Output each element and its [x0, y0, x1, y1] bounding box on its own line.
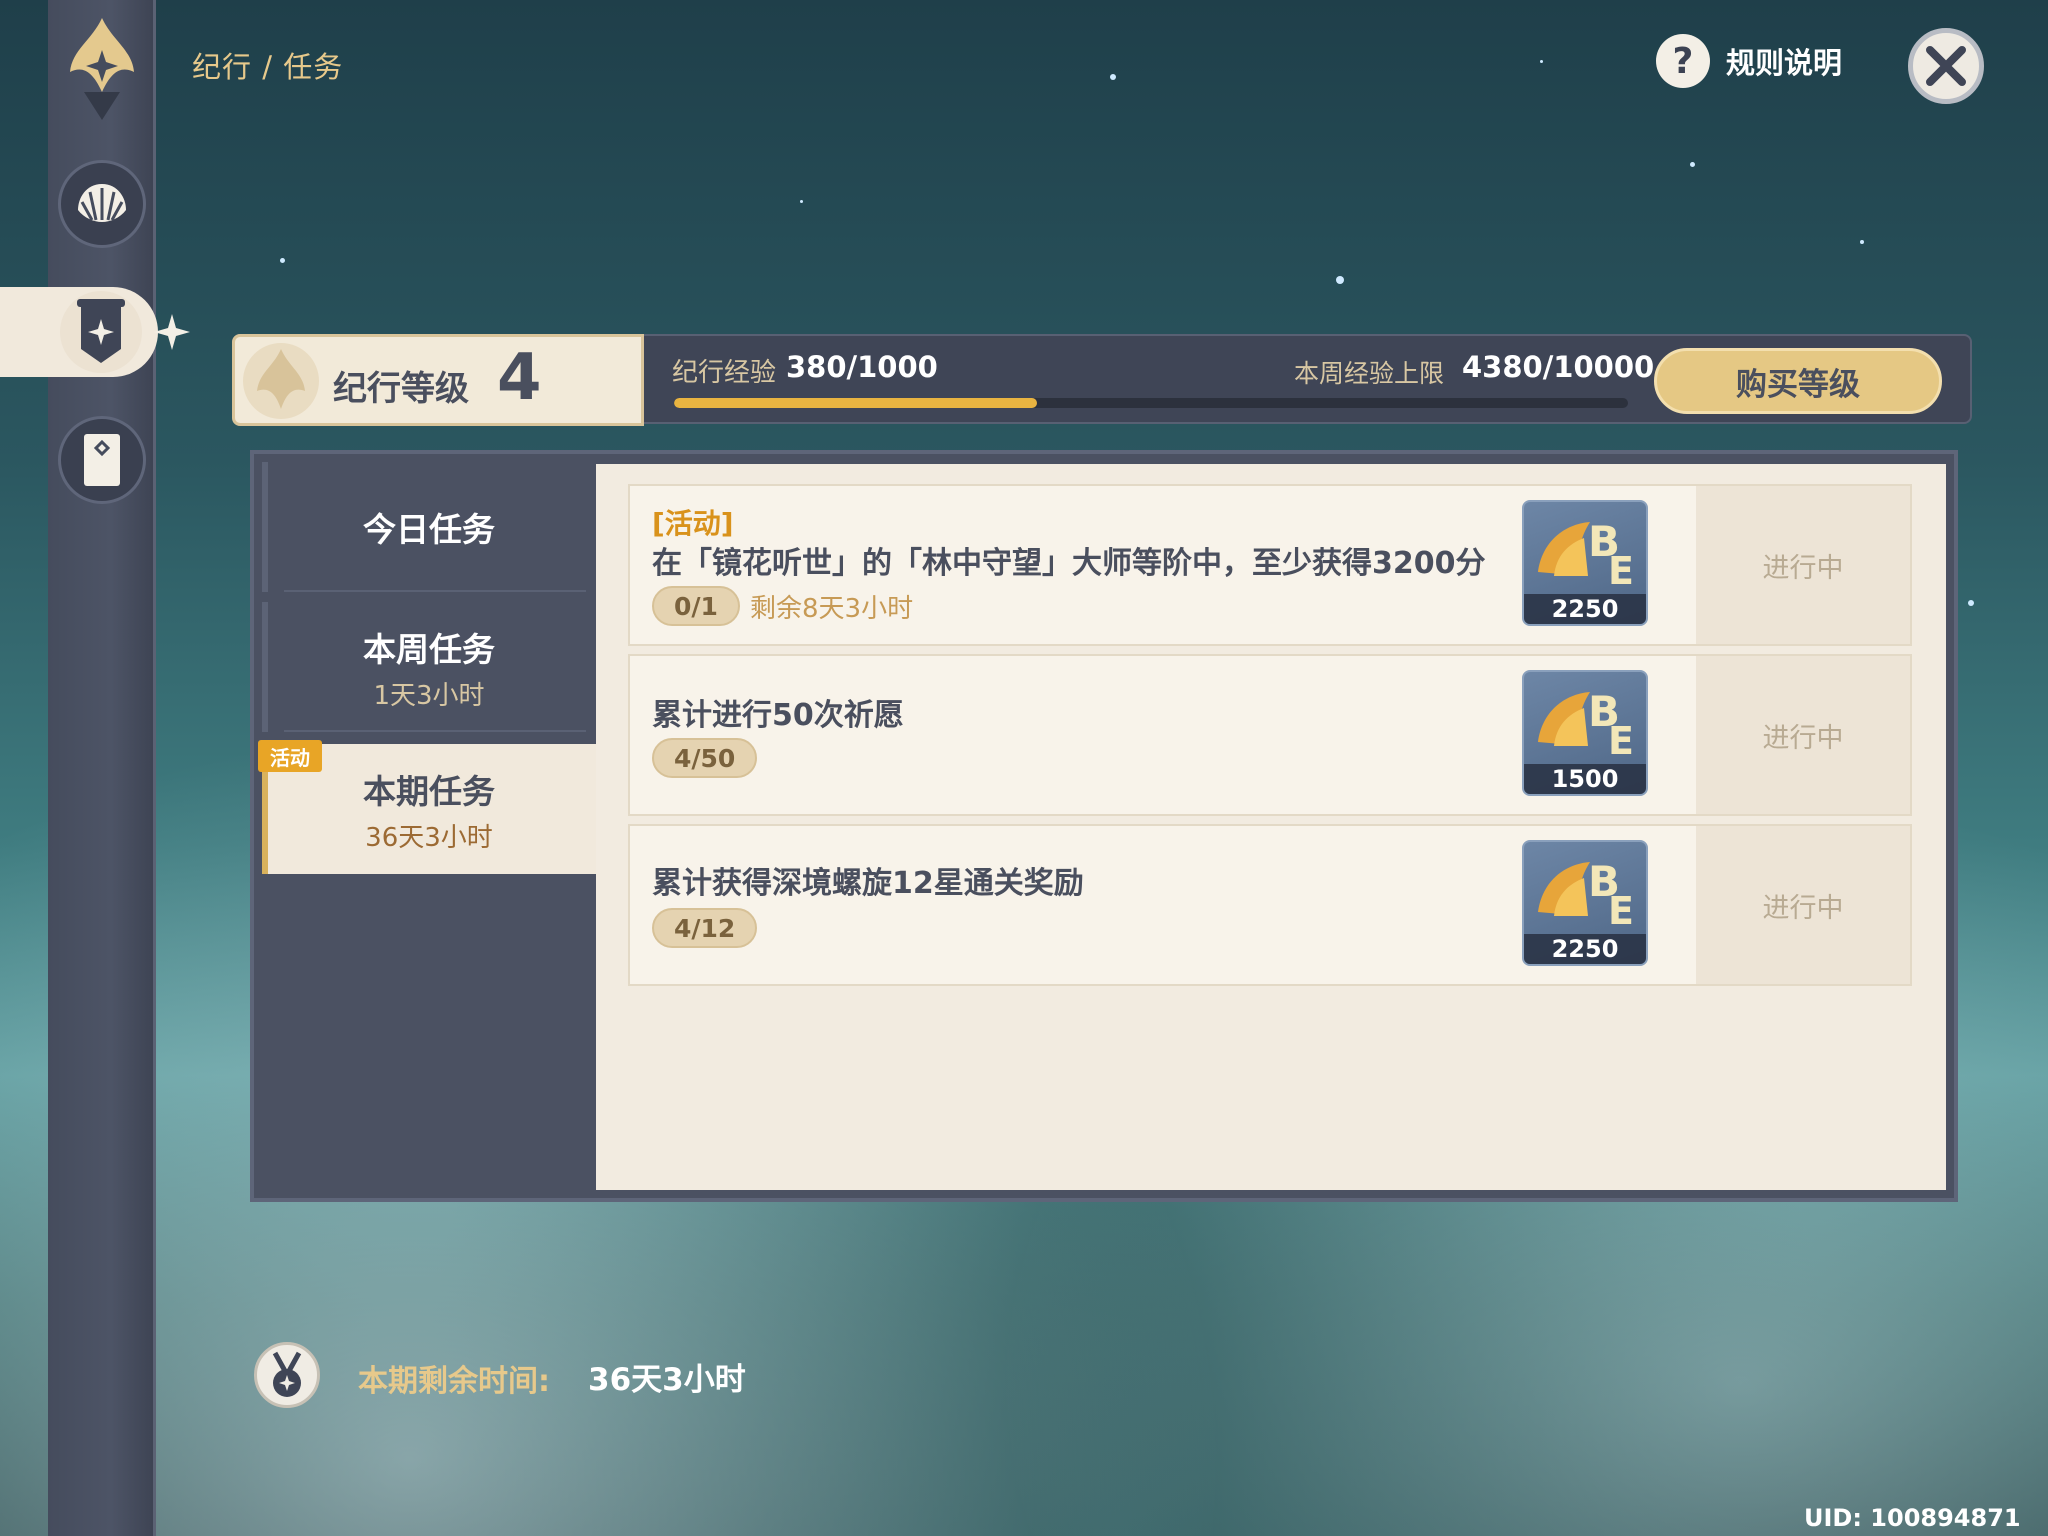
- activity-badge: 活动: [258, 740, 322, 772]
- reward-item[interactable]: B E 1500: [1522, 670, 1648, 796]
- star: [1336, 276, 1344, 284]
- task-row[interactable]: 累计进行50次祈愿 4/50 B E 1500 进行中: [628, 654, 1912, 816]
- task-row[interactable]: 累计获得深境螺旋12星通关奖励 4/12 B E 2250 进行中: [628, 824, 1912, 986]
- reward-amount: 2250: [1524, 934, 1646, 964]
- reward-amount: 2250: [1524, 594, 1646, 624]
- task-progress: 0/1: [652, 586, 740, 626]
- reward-item[interactable]: B E 2250: [1522, 500, 1648, 626]
- weekly-cap-value: 4380/10000: [1462, 350, 1655, 384]
- book-tab-button[interactable]: [58, 416, 146, 504]
- reward-amount: 1500: [1524, 764, 1646, 794]
- level-value: 4: [497, 341, 542, 415]
- task-row[interactable]: [活动] 在「镜花听世」的「林中守望」大师等阶中，至少获得3200分 0/1 剩…: [628, 484, 1912, 646]
- banner-icon: [77, 299, 125, 363]
- exp-label: 纪行经验: [672, 358, 777, 388]
- exp-progress-fill: [674, 398, 1037, 408]
- season-remaining-value: 36天3小时: [588, 1362, 746, 1398]
- star: [1690, 162, 1695, 167]
- task-progress: 4/50: [652, 738, 758, 778]
- tab-weekly[interactable]: 本周任务 1天3小时: [262, 602, 596, 732]
- shell-icon: [78, 184, 126, 222]
- task-progress: 4/12: [652, 908, 758, 948]
- task-tag: [活动]: [652, 507, 734, 540]
- divider: [284, 590, 586, 592]
- star: [280, 258, 285, 263]
- season-remaining-label: 本期剩余时间:: [358, 1364, 550, 1399]
- sparkle-icon: [154, 314, 190, 350]
- star: [1860, 240, 1864, 244]
- close-button[interactable]: [1908, 28, 1984, 104]
- svg-text:E: E: [1608, 889, 1634, 933]
- tab-title: 本周任务: [363, 629, 495, 669]
- weekly-cap-label: 本周经验上限: [1294, 359, 1445, 388]
- uid-label: UID: 100894871: [1804, 1504, 2021, 1532]
- buy-level-button[interactable]: 购买等级: [1654, 348, 1942, 414]
- emblem-icon: [62, 10, 142, 120]
- divider: [284, 730, 586, 732]
- close-icon: [1926, 46, 1966, 86]
- star: [1540, 60, 1543, 63]
- rules-label: 规则说明: [1726, 46, 1843, 80]
- book-icon: [84, 434, 120, 486]
- breadcrumb: 纪行 / 任务: [192, 50, 344, 84]
- task-title: 累计获得深境螺旋12星通关奖励: [652, 866, 1084, 901]
- battle-pass-exp-icon: B E: [1538, 687, 1634, 763]
- task-status: 进行中: [1696, 486, 1910, 644]
- star: [800, 200, 803, 203]
- tab-indicator: [262, 462, 268, 592]
- tab-title: 本期任务: [363, 771, 495, 811]
- medal-icon: [254, 1342, 320, 1408]
- level-box: 纪行等级 4: [232, 334, 644, 426]
- tab-timer: 1天3小时: [373, 680, 485, 711]
- tab-title: 今日任务: [363, 510, 495, 549]
- level-label: 纪行等级: [333, 369, 469, 409]
- rules-button[interactable]: ? 规则说明: [1656, 34, 1842, 88]
- task-status: 进行中: [1696, 826, 1910, 984]
- svg-text:E: E: [1608, 719, 1634, 763]
- task-title: 累计进行50次祈愿: [652, 698, 904, 733]
- svg-text:E: E: [1608, 549, 1634, 593]
- reward-item[interactable]: B E 2250: [1522, 840, 1648, 966]
- shell-tab-button[interactable]: [58, 160, 146, 248]
- task-remaining-time: 剩余8天3小时: [750, 594, 914, 624]
- question-icon: ?: [1656, 34, 1710, 88]
- task-title: 在「镜花听世」的「林中守望」大师等阶中，至少获得3200分: [652, 546, 1486, 581]
- mission-tab-button[interactable]: [0, 287, 158, 377]
- exp-value: 380/1000: [786, 350, 938, 384]
- tab-timer: 36天3小时: [365, 822, 493, 853]
- battle-pass-exp-icon: B E: [1538, 517, 1634, 593]
- battle-pass-exp-icon: B E: [1538, 857, 1634, 933]
- task-status: 进行中: [1696, 656, 1910, 814]
- tab-indicator: [262, 602, 268, 732]
- level-emblem-icon: [243, 343, 319, 419]
- exp-progress-bar: [674, 398, 1628, 408]
- star: [1110, 74, 1116, 80]
- tab-daily[interactable]: 今日任务: [262, 462, 596, 592]
- star: [1968, 600, 1974, 606]
